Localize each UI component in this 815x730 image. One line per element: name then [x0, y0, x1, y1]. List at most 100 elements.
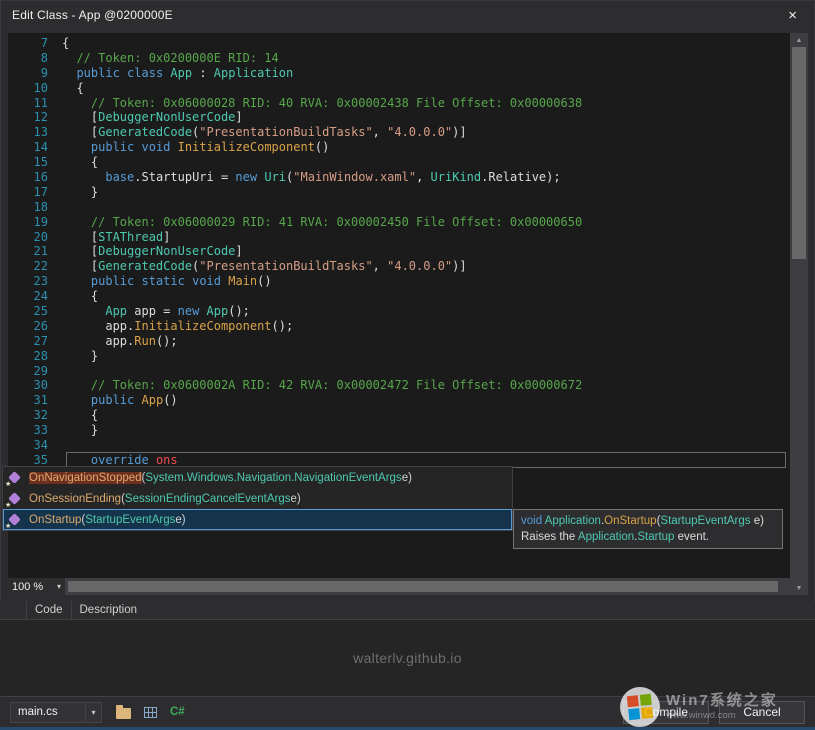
line-number: 31 — [8, 393, 62, 408]
open-folder-icon[interactable] — [116, 708, 131, 719]
code-text: // Token: 0x0600002A RID: 42 RVA: 0x0000… — [62, 378, 582, 393]
line-number: 19 — [8, 215, 62, 230]
vertical-scrollbar[interactable]: ▲ ▼ — [790, 33, 808, 595]
code-line[interactable]: 12 [DebuggerNonUserCode] — [8, 110, 790, 125]
line-number: 20 — [8, 230, 62, 245]
bottom-toolbar: main.cs ▾ C# Compile Cancel — [0, 696, 815, 727]
code-text: [GeneratedCode("PresentationBuildTasks",… — [62, 259, 467, 274]
line-number: 34 — [8, 438, 62, 453]
line-number: 33 — [8, 423, 62, 438]
code-text: // Token: 0x06000028 RID: 40 RVA: 0x0000… — [62, 96, 582, 111]
code-line[interactable]: 18 — [8, 200, 790, 215]
completion-item[interactable]: ★OnStartup(StartupEventArgs e) — [3, 509, 512, 530]
file-select-value: main.cs — [18, 706, 58, 718]
code-text: { — [62, 36, 69, 51]
completion-item-name: OnStartup — [29, 514, 81, 526]
tooltip-signature: void Application.OnStartup(StartupEventA… — [521, 513, 775, 529]
code-line[interactable]: 26 app.InitializeComponent(); — [8, 319, 790, 334]
line-number: 12 — [8, 110, 62, 125]
code-text: // Token: 0x06000029 RID: 41 RVA: 0x0000… — [62, 215, 582, 230]
grid-icon[interactable] — [144, 707, 157, 718]
code-line[interactable]: 10 { — [8, 81, 790, 96]
code-text: [DebuggerNonUserCode] — [62, 244, 243, 259]
code-line[interactable]: 14 public void InitializeComponent() — [8, 140, 790, 155]
code-line[interactable]: 9 public class App : Application — [8, 66, 790, 81]
close-icon[interactable]: × — [782, 6, 803, 25]
line-number: 21 — [8, 244, 62, 259]
code-line[interactable]: 13 [GeneratedCode("PresentationBuildTask… — [8, 125, 790, 140]
code-line[interactable]: 23 public static void Main() — [8, 274, 790, 289]
window-title: Edit Class - App @0200000E — [12, 8, 173, 22]
code-text: { — [62, 289, 98, 304]
error-list-panel: CodeDescription walterlv.github.io — [0, 601, 815, 696]
csharp-icon[interactable]: C# — [170, 706, 185, 718]
code-line[interactable]: 16 base.StartupUri = new Uri("MainWindow… — [8, 170, 790, 185]
code-line[interactable]: 27 app.Run(); — [8, 334, 790, 349]
code-text: { — [62, 81, 84, 96]
code-line[interactable]: 32 { — [8, 408, 790, 423]
line-number: 23 — [8, 274, 62, 289]
tooltip-description: Raises the Application.Startup event. — [521, 529, 775, 545]
code-line[interactable]: 20 [STAThread] — [8, 230, 790, 245]
line-number: 30 — [8, 378, 62, 393]
header-spacer — [0, 601, 26, 619]
line-number: 27 — [8, 334, 62, 349]
completion-tooltip: void Application.OnStartup(StartupEventA… — [513, 509, 783, 549]
code-line[interactable]: 33 } — [8, 423, 790, 438]
code-text: public void InitializeComponent() — [62, 140, 329, 155]
edit-class-dialog: Edit Class - App @0200000E × 7{8 // Toke… — [0, 0, 815, 730]
method-icon: ★ — [6, 491, 22, 507]
scroll-up-arrow-icon[interactable]: ▲ — [790, 33, 808, 47]
line-number: 14 — [8, 140, 62, 155]
code-line[interactable]: 8 // Token: 0x0200000E RID: 14 — [8, 51, 790, 66]
error-list-body[interactable]: walterlv.github.io — [0, 620, 815, 696]
line-number: 17 — [8, 185, 62, 200]
zoom-select[interactable]: 100 % ▾ — [8, 578, 66, 595]
horizontal-scroll-thumb[interactable] — [68, 581, 778, 592]
line-number: 18 — [8, 200, 62, 215]
code-line[interactable]: 22 [GeneratedCode("PresentationBuildTask… — [8, 259, 790, 274]
completion-item-name: OnSessionEnding — [29, 493, 121, 505]
code-line[interactable]: 21 [DebuggerNonUserCode] — [8, 244, 790, 259]
line-number: 13 — [8, 125, 62, 140]
completion-item[interactable]: ★OnNavigationStopped(System.Windows.Navi… — [3, 467, 512, 488]
line-number: 26 — [8, 319, 62, 334]
code-line[interactable]: 7{ — [8, 36, 790, 51]
code-text: [STAThread] — [62, 230, 170, 245]
code-line[interactable]: 31 public App() — [8, 393, 790, 408]
editor-bottom-bar: 100 % ▾ — [8, 578, 790, 595]
completion-item-name: OnNavigationStopped — [29, 472, 142, 484]
vertical-scroll-thumb[interactable] — [792, 47, 806, 259]
line-number: 9 — [8, 66, 62, 81]
code-line[interactable]: 19 // Token: 0x06000029 RID: 41 RVA: 0x0… — [8, 215, 790, 230]
scroll-down-arrow-icon[interactable]: ▼ — [790, 581, 808, 595]
line-number: 25 — [8, 304, 62, 319]
method-icon: ★ — [6, 512, 22, 528]
code-line[interactable]: 24 { — [8, 289, 790, 304]
code-line[interactable]: 25 App app = new App(); — [8, 304, 790, 319]
file-select[interactable]: main.cs ▾ — [10, 702, 102, 723]
code-line[interactable]: 34 — [8, 438, 790, 453]
line-number: 22 — [8, 259, 62, 274]
code-line[interactable]: 17 } — [8, 185, 790, 200]
code-line[interactable]: 29 — [8, 364, 790, 379]
code-line[interactable]: 11 // Token: 0x06000028 RID: 40 RVA: 0x0… — [8, 96, 790, 111]
titlebar[interactable]: Edit Class - App @0200000E × — [0, 0, 815, 30]
code-text: { — [62, 155, 98, 170]
column-header-code[interactable]: Code — [26, 601, 71, 619]
horizontal-scrollbar[interactable] — [66, 578, 790, 595]
code-text: [GeneratedCode("PresentationBuildTasks",… — [62, 125, 467, 140]
compile-button[interactable]: Compile — [623, 701, 709, 724]
column-header-description[interactable]: Description — [71, 601, 146, 619]
code-line[interactable]: 15 { — [8, 155, 790, 170]
line-number: 15 — [8, 155, 62, 170]
line-number: 29 — [8, 364, 62, 379]
completion-item[interactable]: ★OnSessionEnding(SessionEndingCancelEven… — [3, 488, 512, 509]
watermark-center: walterlv.github.io — [353, 650, 462, 666]
code-text: public App() — [62, 393, 178, 408]
code-line[interactable]: 28 } — [8, 349, 790, 364]
code-line[interactable]: 30 // Token: 0x0600002A RID: 42 RVA: 0x0… — [8, 378, 790, 393]
code-text: public class App : Application — [62, 66, 293, 81]
toolbar-icons: C# — [116, 705, 185, 719]
cancel-button[interactable]: Cancel — [719, 701, 805, 724]
